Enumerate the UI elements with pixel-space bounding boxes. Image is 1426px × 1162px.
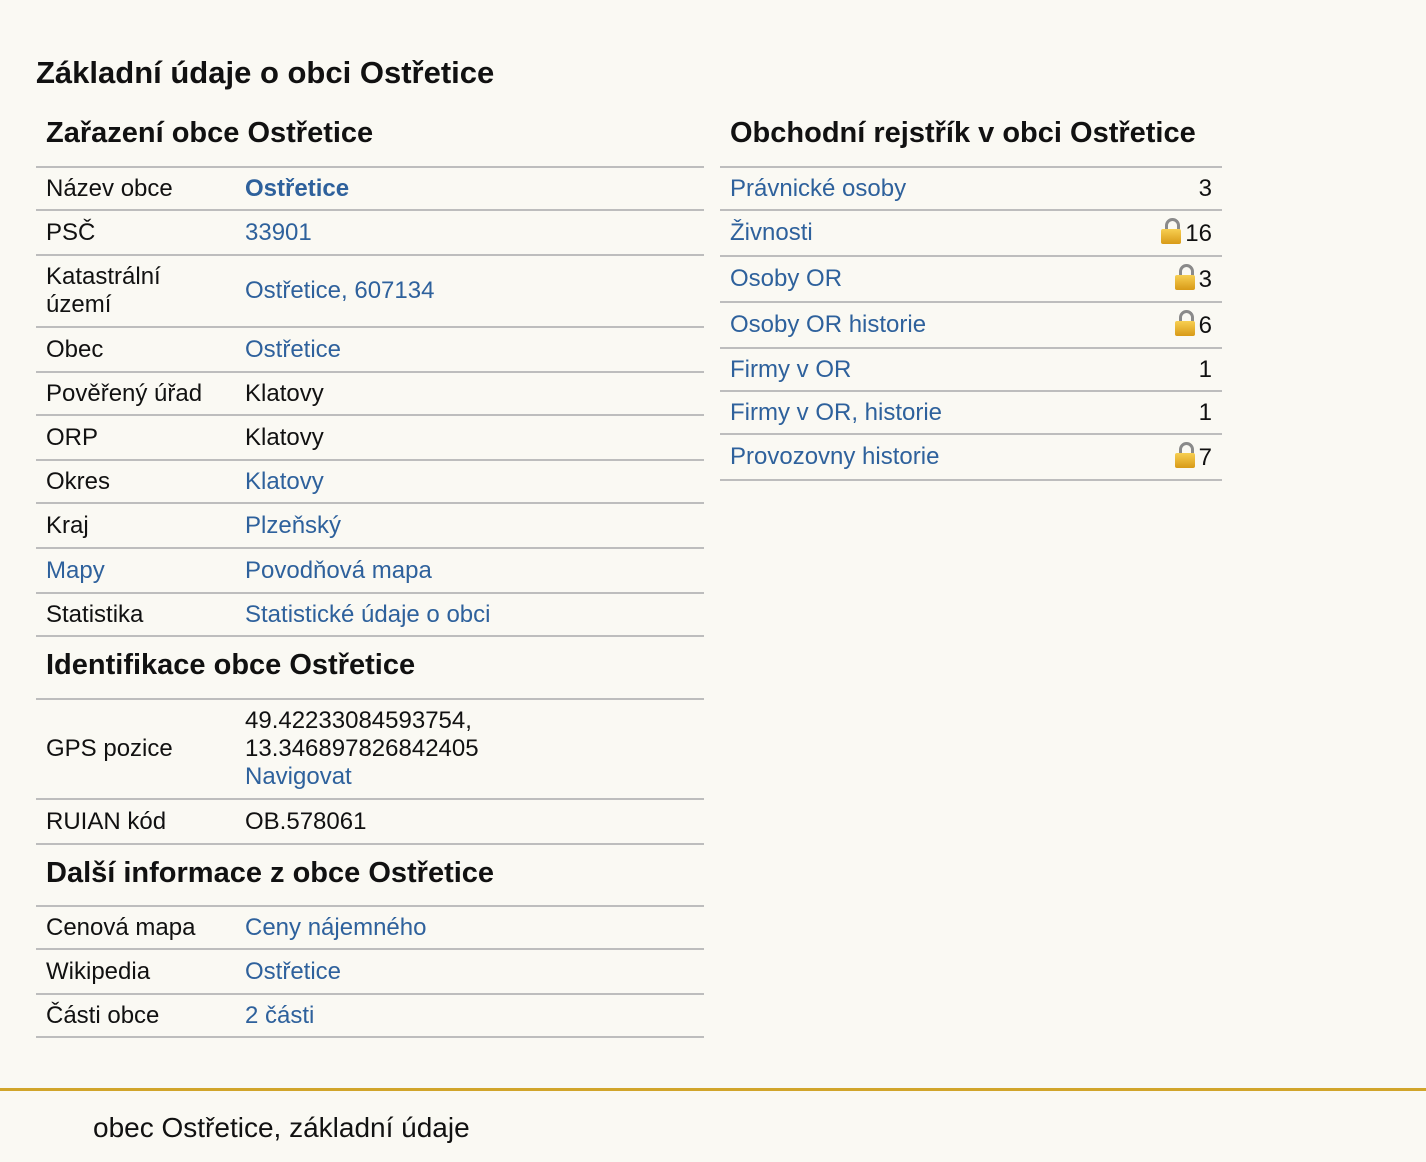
count-provozovny-historie: 7 (1198, 444, 1212, 471)
zarazeni-table: Název obce Ostřetice PSČ 33901 Katastrál… (36, 168, 704, 637)
row-key-gps: GPS pozice (36, 700, 235, 800)
link-nazev-obce[interactable]: Ostřetice (245, 175, 349, 202)
link-katastralni-uzemi[interactable]: Ostřetice, 607134 (245, 277, 434, 304)
link-zivnosti[interactable]: Živnosti (730, 219, 813, 246)
table-row: Okres Klatovy (36, 460, 704, 504)
link-ceny-najemneho[interactable]: Ceny nájemného (245, 914, 426, 941)
row-key-povereny-urad: Pověřený úřad (36, 372, 235, 416)
row-key-nazev: Název obce (36, 168, 235, 211)
section-title-dalsi: Další informace z obce Ostřetice (36, 845, 704, 907)
gps-value: 49.42233084593754, 13.346897826842405 Na… (235, 700, 704, 800)
right-column: Obchodní rejstřík v obci Ostřetice Právn… (720, 110, 1222, 481)
link-wikipedia[interactable]: Ostřetice (245, 958, 341, 985)
table-row: Kraj Plzeňský (36, 503, 704, 549)
link-osoby-or-historie[interactable]: Osoby OR historie (730, 311, 926, 338)
footer-text: obec Ostřetice, základní údaje (93, 1112, 470, 1143)
table-row: Osoby OR historie 6 (720, 302, 1222, 349)
table-row: Katastrální území Ostřetice, 607134 (36, 255, 704, 328)
table-row: Firmy v OR 1 (720, 348, 1222, 392)
count-osoby-or-historie: 6 (1198, 312, 1212, 339)
lock-icon (1174, 442, 1195, 468)
section-title-rejstrik: Obchodní rejstřík v obci Ostřetice (720, 110, 1222, 168)
link-firmy-v-or[interactable]: Firmy v OR (730, 356, 851, 383)
left-column: Zařazení obce Ostřetice Název obce Ostře… (36, 110, 704, 1038)
gps-latitude: 49.42233084593754, (245, 707, 472, 734)
table-row: Právnické osoby 3 (720, 168, 1222, 211)
count-pravnicke-osoby: 3 (1104, 168, 1222, 211)
lock-icon (1174, 310, 1195, 336)
table-row: PSČ 33901 (36, 210, 704, 256)
table-row: Firmy v OR, historie 1 (720, 391, 1222, 435)
count-firmy-v-or-historie: 1 (1104, 391, 1222, 435)
value-orp: Klatovy (235, 415, 704, 461)
table-row: Provozovny historie 7 (720, 434, 1222, 481)
link-kraj[interactable]: Plzeňský (245, 512, 341, 539)
link-casti-obce[interactable]: 2 části (245, 1002, 314, 1029)
lock-icon (1174, 264, 1195, 290)
table-row: Obec Ostřetice (36, 327, 704, 373)
table-row: Název obce Ostřetice (36, 168, 704, 211)
count-zivnosti: 16 (1185, 220, 1212, 247)
section-title-identifikace: Identifikace obce Ostřetice (36, 637, 704, 700)
gps-longitude: 13.346897826842405 (245, 735, 479, 762)
lock-icon (1161, 218, 1182, 244)
link-firmy-v-or-historie[interactable]: Firmy v OR, historie (730, 399, 942, 426)
link-obec[interactable]: Ostřetice (245, 336, 341, 363)
row-key-cenova-mapa: Cenová mapa (36, 907, 235, 950)
count-osoby-or: 3 (1198, 266, 1212, 293)
link-psc[interactable]: 33901 (245, 219, 312, 246)
table-row: GPS pozice 49.42233084593754, 13.3468978… (36, 700, 704, 800)
row-key-wikipedia: Wikipedia (36, 949, 235, 995)
link-povodnova-mapa[interactable]: Povodňová mapa (245, 557, 432, 584)
row-key-casti-obce: Části obce (36, 994, 235, 1038)
row-key-statistika: Statistika (36, 593, 235, 637)
table-row: ORP Klatovy (36, 415, 704, 461)
row-key-katastr: Katastrální území (36, 255, 235, 328)
table-row: Mapy Povodňová mapa (36, 548, 704, 594)
link-mapy[interactable]: Mapy (46, 557, 105, 584)
table-row: Osoby OR 3 (720, 256, 1222, 303)
count-firmy-v-or: 1 (1104, 348, 1222, 392)
table-row: Cenová mapa Ceny nájemného (36, 907, 704, 950)
row-key-psc: PSČ (36, 210, 235, 256)
value-povereny-urad: Klatovy (235, 372, 704, 416)
dalsi-table: Cenová mapa Ceny nájemného Wikipedia Ost… (36, 907, 704, 1038)
link-osoby-or[interactable]: Osoby OR (730, 265, 842, 292)
table-row: RUIAN kód OB.578061 (36, 799, 704, 845)
link-pravnicke-osoby[interactable]: Právnické osoby (730, 175, 906, 202)
link-provozovny-historie[interactable]: Provozovny historie (730, 443, 939, 470)
value-ruian: OB.578061 (235, 799, 704, 845)
table-row: Části obce 2 části (36, 994, 704, 1038)
table-row: Živnosti 16 (720, 210, 1222, 257)
table-row: Wikipedia Ostřetice (36, 949, 704, 995)
row-key-orp: ORP (36, 415, 235, 461)
row-key-ruian: RUIAN kód (36, 799, 235, 845)
row-key-okres: Okres (36, 460, 235, 504)
rejstrik-table: Právnické osoby 3 Živnosti 16 Osoby OR 3… (720, 168, 1222, 481)
table-row: Statistika Statistické údaje o obci (36, 593, 704, 637)
identifikace-table: GPS pozice 49.42233084593754, 13.3468978… (36, 700, 704, 845)
row-key-obec: Obec (36, 327, 235, 373)
row-key-kraj: Kraj (36, 503, 235, 549)
section-title-zarazeni: Zařazení obce Ostřetice (36, 110, 704, 168)
footer-divider (0, 1088, 1426, 1091)
link-statisticke-udaje[interactable]: Statistické údaje o obci (245, 601, 490, 628)
table-row: Pověřený úřad Klatovy (36, 372, 704, 416)
page-title: Základní údaje o obci Ostřetice (36, 55, 495, 90)
navigate-link[interactable]: Navigovat (245, 763, 352, 790)
link-okres[interactable]: Klatovy (245, 468, 324, 495)
